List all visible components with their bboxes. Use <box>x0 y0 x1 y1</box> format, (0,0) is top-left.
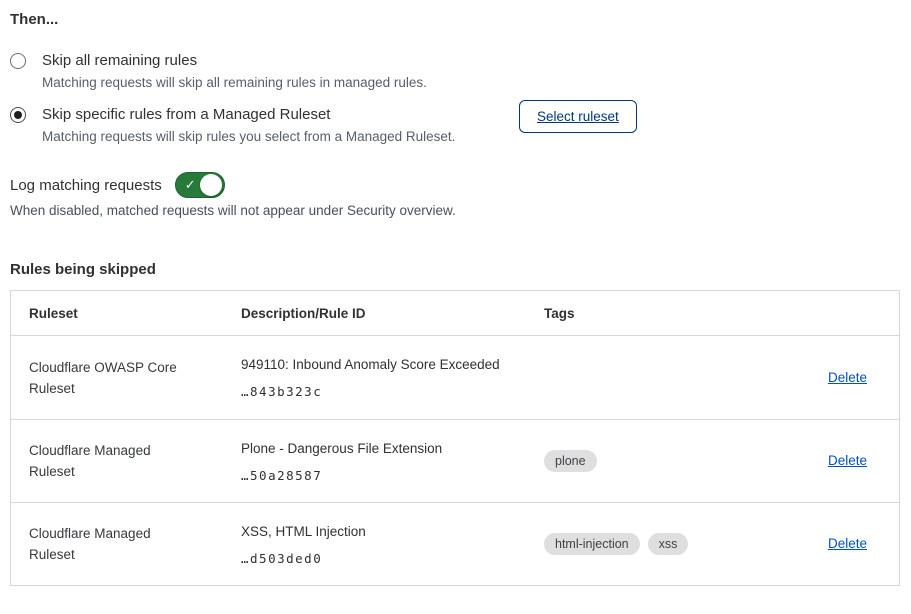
waf-rule-action-panel: Then... Skip all remaining rules Matchin… <box>0 0 911 614</box>
radio-dot <box>14 111 22 119</box>
rule-description: 949110: Inbound Anomaly Score Exceeded <box>241 356 526 373</box>
tag-badge: plone <box>544 450 597 473</box>
option-label[interactable]: Skip specific rules from a Managed Rules… <box>42 105 455 124</box>
option-text: Skip specific rules from a Managed Rules… <box>42 105 455 145</box>
radio-skip-specific-rules[interactable] <box>10 107 26 123</box>
ruleset-cell: Cloudflare OWASP Core Ruleset <box>11 357 223 399</box>
log-toggle-switch[interactable]: ✓ <box>175 172 225 198</box>
description-cell: XSS, HTML Injection …d503ded0 <box>223 523 526 566</box>
tags-cell: plone <box>526 450 756 473</box>
tags-cell: html-injection xss <box>526 533 756 556</box>
delete-link[interactable]: Delete <box>828 536 867 551</box>
table-row: Cloudflare Managed Ruleset Plone - Dange… <box>11 419 899 502</box>
description-cell: Plone - Dangerous File Extension …50a285… <box>223 440 526 483</box>
rules-skipped-heading: Rules being skipped <box>10 261 156 278</box>
description-cell: 949110: Inbound Anomaly Score Exceeded …… <box>223 356 526 399</box>
option-skip-specific-rules: Skip specific rules from a Managed Rules… <box>10 105 455 145</box>
ruleset-cell: Cloudflare Managed Ruleset <box>11 523 223 565</box>
delete-link[interactable]: Delete <box>828 370 867 385</box>
select-ruleset-button-label: Select ruleset <box>537 109 619 124</box>
select-ruleset-button[interactable]: Select ruleset <box>519 100 637 133</box>
rules-skipped-table: Ruleset Description/Rule ID Tags Cloudfl… <box>10 290 900 586</box>
check-icon: ✓ <box>185 178 196 191</box>
rule-description: Plone - Dangerous File Extension <box>241 440 526 457</box>
rule-id: …d503ded0 <box>241 551 526 566</box>
tag-badge: html-injection <box>544 533 640 556</box>
option-label[interactable]: Skip all remaining rules <box>42 51 427 70</box>
radio-skip-all-rules[interactable] <box>10 53 26 69</box>
rule-id: …50a28587 <box>241 468 526 483</box>
tag-badge: xss <box>648 533 689 556</box>
column-header-description: Description/Rule ID <box>223 306 526 321</box>
actions-cell: Delete <box>756 452 899 470</box>
log-matching-requests-row: Log matching requests ✓ <box>10 172 225 198</box>
table-row: Cloudflare Managed Ruleset XSS, HTML Inj… <box>11 502 899 585</box>
toggle-knob <box>200 174 222 196</box>
option-description: Matching requests will skip all remainin… <box>42 75 427 91</box>
then-heading: Then... <box>10 11 58 28</box>
rule-id: …843b323c <box>241 384 526 399</box>
table-row: Cloudflare OWASP Core Ruleset 949110: In… <box>11 336 899 419</box>
rule-description: XSS, HTML Injection <box>241 523 526 540</box>
option-text: Skip all remaining rules Matching reques… <box>42 51 427 91</box>
column-header-ruleset: Ruleset <box>11 306 223 321</box>
column-header-tags: Tags <box>526 306 756 321</box>
actions-cell: Delete <box>756 369 899 387</box>
table-header-row: Ruleset Description/Rule ID Tags <box>11 291 899 336</box>
delete-link[interactable]: Delete <box>828 453 867 468</box>
ruleset-cell: Cloudflare Managed Ruleset <box>11 440 223 482</box>
actions-cell: Delete <box>756 535 899 553</box>
log-toggle-label: Log matching requests <box>10 177 162 194</box>
log-toggle-description: When disabled, matched requests will not… <box>10 203 456 218</box>
option-description: Matching requests will skip rules you se… <box>42 129 455 145</box>
option-skip-all-rules: Skip all remaining rules Matching reques… <box>10 51 427 91</box>
